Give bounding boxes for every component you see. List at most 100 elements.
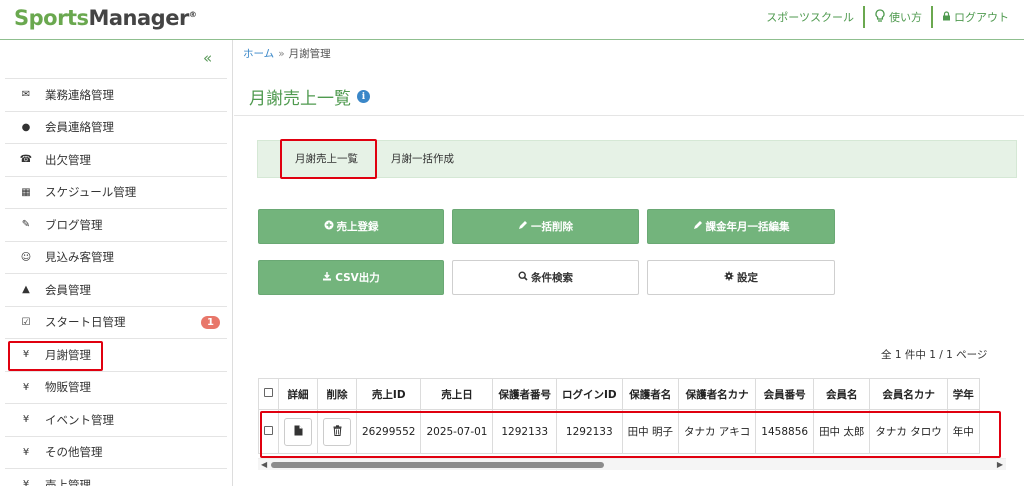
lock-icon: [942, 10, 951, 24]
column-header: 売上日: [420, 378, 494, 410]
sidebar-item[interactable]: ▦ スケジュール管理: [5, 175, 227, 209]
sidebar-item-label: 出欠管理: [45, 152, 91, 167]
cell-login-id: 1292133: [555, 409, 623, 454]
lightbulb-icon: [874, 8, 886, 26]
column-header: 学年: [946, 378, 980, 410]
sidebar-item[interactable]: ☎ 出欠管理: [5, 143, 227, 176]
cell-date: 2025-07-01: [420, 409, 494, 454]
usage-link[interactable]: 使い方: [865, 8, 931, 26]
cell-guardian-no: 1292133: [492, 409, 557, 454]
sidebar-item[interactable]: ✉ 業務連絡管理: [5, 78, 227, 111]
column-header: 会員番号: [755, 378, 815, 410]
scroll-thumb[interactable]: [271, 462, 604, 468]
csv-export-button[interactable]: CSV出力: [258, 260, 444, 295]
sidebar-menu: ✉ 業務連絡管理 ● 会員連絡管理 ☎ 出欠管理 ▦ スケジュール管理 ✎ ブログ管理 ☺ 見込み客管…: [5, 78, 227, 486]
calendar-icon: ▦: [21, 186, 31, 198]
header-links: スポーツスクール 使い方 ログアウト: [757, 4, 1018, 30]
logo[interactable]: SportsManager®: [14, 6, 197, 34]
row-checkbox[interactable]: [264, 425, 273, 435]
sports-school-link[interactable]: スポーツスクール: [757, 9, 863, 25]
breadcrumb: ホーム» 月謝管理: [243, 48, 331, 60]
plus-circle-icon: [324, 220, 334, 233]
sidebar-item-label: 業務連絡管理: [45, 87, 114, 102]
breadcrumb-home-link[interactable]: ホーム: [243, 48, 274, 60]
collapse-sidebar-button[interactable]: «: [203, 49, 212, 67]
sidebar-item-label: スタート日管理: [45, 315, 126, 330]
sidebar-item[interactable]: ¥ 物販管理: [5, 370, 227, 404]
search-icon: [518, 271, 528, 284]
sales-table-wrapper: 詳細 削除 売上ID 売上日 保護者番号 ログインID 保護者名 保護者名カナ 会員番号 会員名会…: [258, 378, 1006, 454]
sidebar-item[interactable]: ▲ 会員管理: [5, 273, 227, 306]
notification-badge: 1: [201, 315, 220, 329]
top-bar: SportsManager® スポーツスクール 使い方 ログアウト: [0, 0, 1024, 40]
sidebar-item[interactable]: ¥ 売上管理: [5, 468, 227, 486]
sidebar-item-label: 会員連絡管理: [45, 120, 114, 135]
sidebar-item-label: 物販管理: [45, 380, 91, 395]
yen-icon: ¥: [22, 381, 30, 393]
bulk-delete-button[interactable]: 一括削除: [452, 209, 639, 244]
sidebar-item[interactable]: ☑ スタート日管理 1: [5, 305, 227, 339]
cell-sale-id: 26299552: [355, 409, 422, 454]
pencil-icon: [518, 220, 528, 233]
info-icon[interactable]: i: [357, 90, 370, 103]
download-icon: [322, 271, 332, 284]
sidebar: « ✉ 業務連絡管理 ● 会員連絡管理 ☎ 出欠管理 ▦ スケジュール管理 ✎ ブログ管理 ☺ 見込み…: [0, 40, 233, 486]
file-icon: [294, 425, 303, 439]
column-header: 会員名カナ: [869, 378, 948, 410]
sidebar-item-label: 見込み客管理: [45, 250, 114, 265]
tab-monthly-bulk-create[interactable]: 月謝一括作成: [391, 151, 454, 166]
condition-search-button[interactable]: 条件検索: [452, 260, 639, 295]
sidebar-item[interactable]: ¥ その他管理: [5, 435, 227, 469]
table-row: 26299552 2025-07-01 1292133 1292133 田中 明子 タナカ…: [258, 409, 980, 454]
column-header: ログインID: [555, 378, 623, 410]
sidebar-item[interactable]: ✎ ブログ管理: [5, 208, 227, 241]
pencil-icon: [693, 220, 703, 233]
column-header: 会員名: [813, 378, 871, 410]
sidebar-item[interactable]: ¥ 月謝管理: [5, 338, 227, 371]
yen-icon: ¥: [22, 446, 30, 458]
column-header: 詳細: [278, 378, 318, 410]
sidebar-item[interactable]: ¥ イベント管理: [5, 403, 227, 436]
sales-table: 詳細 削除 売上ID 売上日 保護者番号 ログインID 保護者名 保護者名カナ 会員番号 会員名会…: [258, 378, 980, 454]
add-sale-button[interactable]: 売上登録: [258, 209, 444, 244]
column-header: 削除: [317, 378, 357, 410]
scroll-right-arrow-icon[interactable]: ▶: [997, 460, 1003, 469]
column-header: 保護者名カナ: [677, 378, 757, 410]
sidebar-item-label: 会員管理: [45, 282, 91, 297]
checkbox-icon: ☑: [21, 316, 31, 328]
logout-link[interactable]: ログアウト: [933, 9, 1018, 25]
cell-member-no: 1458856: [755, 409, 815, 454]
settings-button[interactable]: 設定: [647, 260, 835, 295]
cell-guardian-name: 田中 明子: [621, 409, 679, 454]
pencil-icon: ✎: [21, 219, 31, 231]
column-header: 売上ID: [355, 378, 422, 410]
select-all-checkbox[interactable]: [264, 388, 273, 397]
horizontal-scrollbar[interactable]: ◀ ▶: [258, 458, 1006, 470]
sidebar-item-label: スケジュール管理: [45, 185, 137, 200]
sidebar-item[interactable]: ☺ 見込み客管理: [5, 240, 227, 274]
comment-icon: ●: [21, 121, 31, 133]
bulk-edit-billing-month-button[interactable]: 課金年月一括編集: [647, 209, 835, 244]
gear-icon: [724, 271, 734, 284]
detail-button[interactable]: [284, 417, 312, 446]
divider: [234, 115, 1024, 116]
column-header: 保護者名: [621, 378, 679, 410]
scroll-left-arrow-icon[interactable]: ◀: [261, 460, 267, 469]
page-title: 月謝売上一覧 i: [249, 84, 370, 109]
breadcrumb-current: 月謝管理: [288, 48, 331, 60]
trash-icon: [333, 424, 342, 439]
tab-monthly-sales-list[interactable]: 月謝売上一覧: [295, 151, 358, 166]
yen-icon: ¥: [22, 479, 30, 486]
column-header: [258, 378, 279, 410]
main-content: ホーム» 月謝管理 月謝売上一覧 i 月謝売上一覧 月謝一括作成 売上登録 一括削…: [234, 40, 1024, 486]
user-icon: ▲: [22, 284, 30, 296]
sidebar-item-label: 月謝管理: [45, 347, 91, 362]
delete-button[interactable]: [323, 417, 351, 446]
tab-bar: 月謝売上一覧 月謝一括作成: [257, 140, 1017, 178]
sidebar-item-label: イベント管理: [45, 412, 114, 427]
envelope-icon: ✉: [21, 89, 31, 101]
sidebar-item[interactable]: ● 会員連絡管理: [5, 110, 227, 144]
cell-grade: 年中: [946, 409, 980, 454]
cell-member-name: 田中 太郎: [813, 409, 871, 454]
phone-icon: ☎: [19, 154, 33, 166]
